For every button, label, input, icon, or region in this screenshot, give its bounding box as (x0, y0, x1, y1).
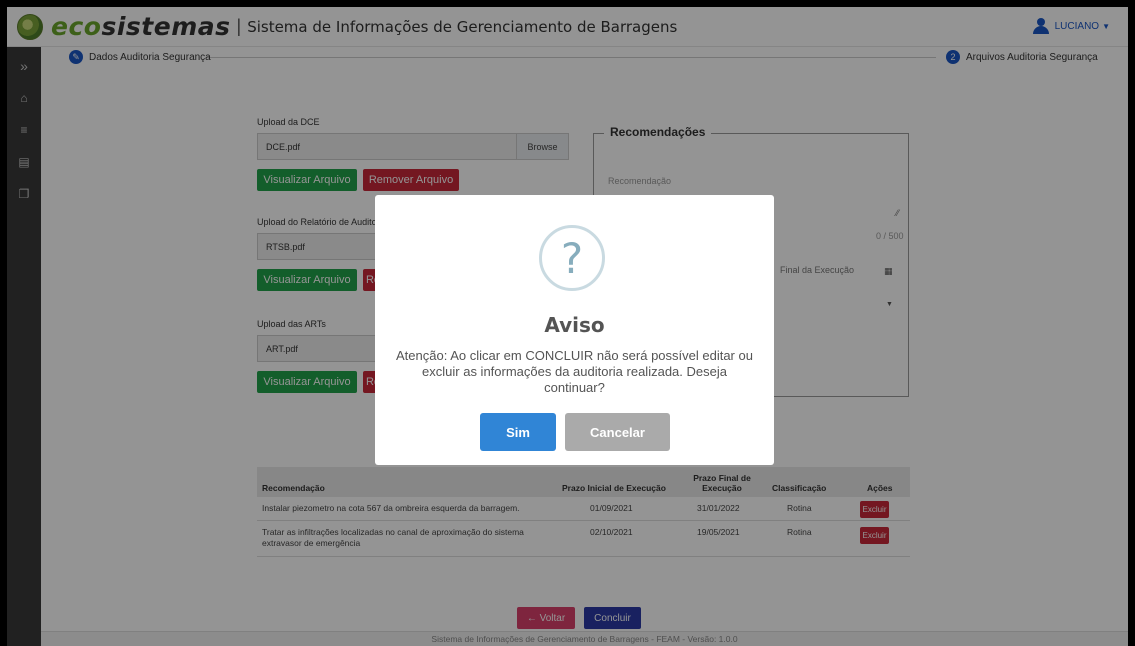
sim-button[interactable]: Sim (480, 413, 556, 451)
app-window: ecosistemas | Sistema de Informações de … (7, 7, 1128, 646)
dialog-message: Atenção: Ao clicar em CONCLUIR não será … (396, 348, 753, 395)
dialog-title: Aviso (544, 313, 605, 337)
question-icon: ? (539, 225, 605, 291)
confirm-dialog: ? Aviso Atenção: Ao clicar em CONCLUIR n… (375, 195, 774, 465)
cancelar-button[interactable]: Cancelar (565, 413, 670, 451)
